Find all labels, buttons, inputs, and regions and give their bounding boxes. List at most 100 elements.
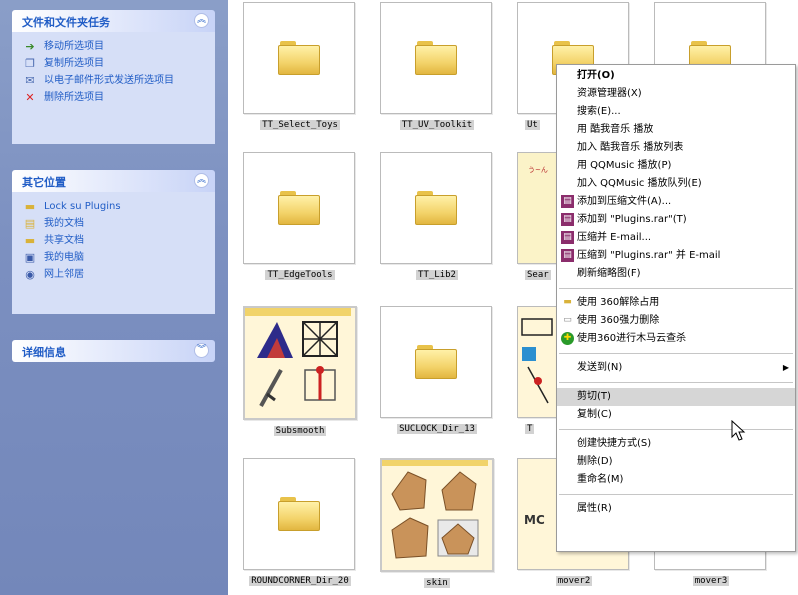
menu-item-properties[interactable]: 属性(R) xyxy=(557,500,795,518)
folder-icon xyxy=(415,41,457,75)
menu-item-compress-plugins-email[interactable]: ▤ 压缩到 "Plugins.rar" 并 E-mail xyxy=(557,247,795,265)
preview-image: MC xyxy=(524,513,545,527)
menu-item-explore[interactable]: 资源管理器(X) xyxy=(557,85,795,103)
menu-item-label: 打开(O) xyxy=(577,70,615,81)
chevron-down-icon[interactable]: ︾ xyxy=(194,343,209,358)
thumbnail[interactable] xyxy=(243,152,355,264)
menu-item-add-plugins-rar[interactable]: ▤ 添加到 "Plugins.rar"(T) xyxy=(557,211,795,229)
menu-item-kuwo-play[interactable]: 用 酷我音乐 播放 xyxy=(557,121,795,139)
winrar-icon: ▤ xyxy=(561,249,574,262)
preview-image xyxy=(382,460,488,559)
file-tasks-panel: 文件和文件夹任务 ︽ ➔ 移动所选项目 ❐ 复制所选项目 ✉ 以电子邮件形式发送… xyxy=(12,10,215,144)
thumbnail[interactable] xyxy=(380,306,492,418)
menu-item-label: 使用 360解除占用 xyxy=(577,297,660,308)
task-move[interactable]: ➔ 移动所选项目 xyxy=(22,40,207,54)
menu-item-kuwo-playlist[interactable]: 加入 酷我音乐 播放列表 xyxy=(557,139,795,157)
task-delete[interactable]: ✕ 删除所选项目 xyxy=(22,91,207,105)
menu-item-label: 加入 酷我音乐 播放列表 xyxy=(577,142,684,153)
menu-item-copy[interactable]: 复制(C) xyxy=(557,406,795,424)
menu-item-label: 添加到 "Plugins.rar"(T) xyxy=(577,214,687,225)
menu-item-add-archive[interactable]: ▤ 添加到压缩文件(A)... xyxy=(557,193,795,211)
task-email[interactable]: ✉ 以电子邮件形式发送所选项目 xyxy=(22,74,207,88)
file-name: Sear xyxy=(525,270,551,280)
menu-item-qqmusic-play[interactable]: 用 QQMusic 播放(P) xyxy=(557,157,795,175)
menu-item-send-to[interactable]: 发送到(N) ▶ xyxy=(557,359,795,377)
preview-image xyxy=(245,308,351,407)
place-plugins-label: Lock su Plugins xyxy=(44,201,121,212)
folder-icon xyxy=(278,191,320,225)
thumbnail[interactable] xyxy=(380,152,492,264)
menu-item-rename[interactable]: 重命名(M) xyxy=(557,471,795,489)
360-delete-icon: ▭ xyxy=(563,315,572,325)
file-name: T xyxy=(525,424,535,434)
thumbnail[interactable] xyxy=(243,306,357,420)
place-my-documents[interactable]: ▤ 我的文档 xyxy=(22,217,207,231)
place-my-documents-label: 我的文档 xyxy=(44,218,84,229)
other-places-header[interactable]: 其它位置 ︽ xyxy=(12,170,215,192)
file-tile[interactable]: TT_EdgeTools xyxy=(241,152,359,280)
file-name: mover2 xyxy=(555,576,593,586)
menu-item-delete[interactable]: 删除(D) xyxy=(557,453,795,471)
menu-item-open[interactable]: 打开(O) xyxy=(557,67,795,85)
task-pane: 文件和文件夹任务 ︽ ➔ 移动所选项目 ❐ 复制所选项目 ✉ 以电子邮件形式发送… xyxy=(0,0,228,595)
other-places-panel: 其它位置 ︽ ▬ Lock su Plugins ▤ 我的文档 ▬ 共享文档 ▣… xyxy=(12,170,215,314)
menu-item-label: 添加到压缩文件(A)... xyxy=(577,196,672,207)
menu-item-search[interactable]: 搜索(E)... xyxy=(557,103,795,121)
menu-item-label: 压缩并 E-mail... xyxy=(577,232,652,243)
task-email-label: 以电子邮件形式发送所选项目 xyxy=(44,75,174,86)
other-places-body: ▬ Lock su Plugins ▤ 我的文档 ▬ 共享文档 ▣ 我的电脑 ◉… xyxy=(12,192,215,314)
menu-item-label: 重命名(M) xyxy=(577,474,624,485)
menu-item-compress-email[interactable]: ▤ 压缩并 E-mail... xyxy=(557,229,795,247)
chevron-up-icon[interactable]: ︽ xyxy=(194,13,209,28)
file-tile[interactable]: TT_Select_Toys xyxy=(241,2,359,130)
task-copy[interactable]: ❐ 复制所选项目 xyxy=(22,57,207,71)
place-network[interactable]: ◉ 网上邻居 xyxy=(22,268,207,282)
thumbnail[interactable] xyxy=(243,458,355,570)
menu-item-360-scan[interactable]: ✚ 使用360进行木马云查杀 xyxy=(557,330,795,348)
menu-item-360-delete[interactable]: ▭ 使用 360强力删除 xyxy=(557,312,795,330)
menu-item-label: 属性(R) xyxy=(577,503,612,514)
winrar-icon: ▤ xyxy=(561,195,574,208)
menu-item-label: 刷新缩略图(F) xyxy=(577,268,641,279)
shared-folder-icon: ▬ xyxy=(24,234,36,247)
360-scan-icon: ✚ xyxy=(561,332,574,345)
menu-item-360-unlock[interactable]: ▬ 使用 360解除占用 xyxy=(557,294,795,312)
copy-icon: ❐ xyxy=(25,57,35,70)
place-plugins[interactable]: ▬ Lock su Plugins xyxy=(22,200,207,214)
menu-item-refresh-thumbnail[interactable]: 刷新缩略图(F) xyxy=(557,265,795,283)
file-tile[interactable]: Subsmooth xyxy=(241,306,359,436)
file-name: SUCLOCK_Dir_13 xyxy=(397,424,477,434)
menu-item-label: 发送到(N) xyxy=(577,362,623,373)
menu-item-create-shortcut[interactable]: 创建快捷方式(S) xyxy=(557,435,795,453)
preview-image: う~ん xyxy=(528,166,548,174)
menu-separator xyxy=(559,494,793,495)
menu-item-label: 压缩到 "Plugins.rar" 并 E-mail xyxy=(577,250,721,261)
folder-icon xyxy=(415,345,457,379)
folder-icon: ▬ xyxy=(24,200,36,213)
file-name: TT_Select_Toys xyxy=(260,120,340,130)
place-network-label: 网上邻居 xyxy=(44,269,84,280)
thumbnail[interactable] xyxy=(380,458,494,572)
place-my-computer[interactable]: ▣ 我的电脑 xyxy=(22,251,207,265)
thumbnail[interactable] xyxy=(243,2,355,114)
file-tasks-body: ➔ 移动所选项目 ❐ 复制所选项目 ✉ 以电子邮件形式发送所选项目 ✕ 删除所选… xyxy=(12,32,215,144)
thumbnail[interactable] xyxy=(380,2,492,114)
file-tile[interactable]: SUCLOCK_Dir_13 xyxy=(378,306,496,434)
file-tile[interactable]: ROUNDCORNER_Dir_20 xyxy=(241,458,359,586)
menu-item-qqmusic-queue[interactable]: 加入 QQMusic 播放队列(E) xyxy=(557,175,795,193)
file-tile[interactable]: TT_UV_Toolkit xyxy=(378,2,496,130)
details-header[interactable]: 详细信息 ︾ xyxy=(12,340,215,362)
file-tasks-title: 文件和文件夹任务 xyxy=(22,16,110,29)
delete-icon: ✕ xyxy=(25,91,35,104)
place-my-computer-label: 我的电脑 xyxy=(44,252,84,263)
file-name: skin xyxy=(424,578,450,588)
place-shared[interactable]: ▬ 共享文档 xyxy=(22,234,207,248)
file-tasks-header[interactable]: 文件和文件夹任务 ︽ xyxy=(12,10,215,32)
preview-image xyxy=(521,318,553,404)
menu-item-cut[interactable]: 剪切(T) xyxy=(557,388,795,406)
file-name: TT_EdgeTools xyxy=(265,270,335,280)
chevron-up-icon[interactable]: ︽ xyxy=(194,173,209,188)
menu-item-label: 使用 360强力删除 xyxy=(577,315,660,326)
file-tile[interactable]: skin xyxy=(378,458,496,588)
file-tile[interactable]: TT_Lib2 xyxy=(378,152,496,280)
